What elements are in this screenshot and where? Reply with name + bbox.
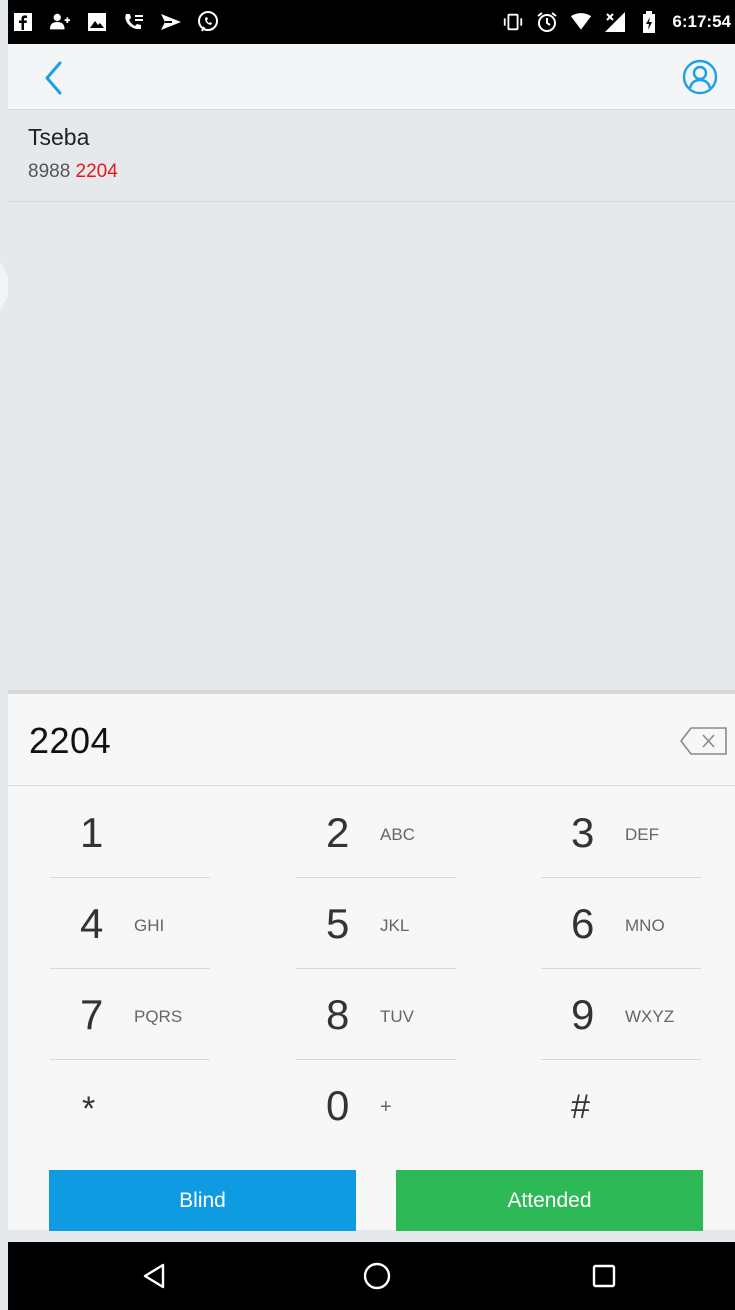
contact-name: Tseba: [28, 124, 90, 150]
key-2[interactable]: 2 ABC: [296, 787, 456, 878]
key-digit: 8: [326, 991, 350, 1038]
key-row: * 0 + #: [8, 1060, 735, 1151]
key-letters: ABC: [380, 825, 415, 844]
contacts-button[interactable]: [681, 58, 719, 96]
key-letters: GHI: [134, 916, 165, 935]
no-signal-icon: [604, 11, 626, 33]
key-letters: +: [380, 1096, 392, 1118]
system-icons: 6:17:54: [502, 11, 735, 33]
key-3[interactable]: 3 DEF: [541, 787, 701, 878]
backspace-button[interactable]: [679, 726, 729, 756]
key-letters: WXYZ: [625, 1007, 675, 1026]
status-bar: 6:17:54: [0, 0, 735, 44]
key-letters: TUV: [380, 1007, 414, 1026]
key-star[interactable]: *: [50, 1060, 210, 1151]
notification-icons: [8, 11, 219, 33]
contact-icon: [682, 59, 718, 95]
blind-transfer-button[interactable]: Blind: [49, 1170, 356, 1231]
send-icon: [160, 11, 182, 33]
top-app-bar: [8, 44, 735, 110]
key-1[interactable]: 1: [50, 787, 210, 878]
square-recents-icon: [592, 1264, 616, 1288]
back-button[interactable]: [36, 58, 70, 98]
number-entry-row: 2204: [8, 694, 735, 786]
attended-transfer-button[interactable]: Attended: [396, 1170, 703, 1231]
triangle-back-icon: [143, 1263, 165, 1289]
nav-back-button[interactable]: [134, 1256, 174, 1296]
phone-voicemail-icon: [123, 11, 145, 33]
result-item[interactable]: Tseba 8988 2204: [8, 110, 735, 202]
key-letters: DEF: [625, 825, 659, 844]
key-6[interactable]: 6 MNO: [541, 878, 701, 969]
key-digit: 5: [326, 900, 350, 947]
backspace-icon: [680, 727, 727, 755]
alarm-icon: [536, 11, 558, 33]
key-9[interactable]: 9 WXYZ: [541, 969, 701, 1060]
contact-number: 8988 2204: [28, 161, 735, 183]
key-7[interactable]: 7 PQRS: [50, 969, 210, 1060]
key-letters: MNO: [625, 916, 665, 935]
vibrate-icon: [502, 11, 524, 33]
key-digit: 2: [326, 809, 350, 856]
chevron-left-icon: [45, 61, 62, 95]
key-row: 7 PQRS 8 TUV 9 WXYZ: [8, 969, 735, 1060]
battery-icon: [638, 11, 660, 33]
key-digit: 7: [80, 991, 104, 1038]
key-letters: JKL: [380, 916, 410, 935]
key-0[interactable]: 0 +: [296, 1060, 456, 1151]
nav-home-button[interactable]: [357, 1256, 397, 1296]
key-letters: PQRS: [134, 1007, 183, 1026]
key-row: 4 GHI 5 JKL 6 MNO: [8, 878, 735, 969]
search-results: Tseba 8988 2204: [8, 110, 735, 690]
key-digit: 9: [571, 991, 595, 1038]
add-contact-icon: [49, 11, 71, 33]
key-digit: 1: [80, 809, 104, 856]
keypad: 1 2 ABC 3 DEF 4 GHI 5 JKL 6 MNO 7 PQRS 8 TUV 9 W…: [8, 787, 735, 1151]
edge-strip: [0, 44, 8, 1270]
facebook-icon: [12, 11, 34, 33]
gallery-icon: [86, 11, 108, 33]
clock: 6:17:54: [672, 12, 731, 31]
dialpad-panel: 2204 1 2 ABC 3 DEF 4 GHI 5 JKL 6 MNO 7 PQRS 8 T…: [8, 690, 735, 1231]
key-4[interactable]: 4 GHI: [50, 878, 210, 969]
key-digit: #: [571, 1088, 590, 1126]
key-5[interactable]: 5 JKL: [296, 878, 456, 969]
key-row: 1 2 ABC 3 DEF: [8, 787, 735, 878]
navigation-bar: [8, 1242, 735, 1310]
nav-recents-button[interactable]: [584, 1256, 624, 1296]
key-hash[interactable]: #: [541, 1060, 701, 1151]
wifi-icon: [570, 11, 592, 33]
number-prefix: 8988: [28, 161, 76, 182]
key-digit: 0: [326, 1082, 350, 1129]
circle-home-icon: [363, 1262, 391, 1290]
viber-icon: [197, 11, 219, 33]
number-match-highlight: 2204: [75, 161, 118, 182]
key-digit: 6: [571, 900, 595, 947]
key-digit: 4: [80, 900, 104, 947]
key-8[interactable]: 8 TUV: [296, 969, 456, 1060]
key-digit: 3: [571, 809, 595, 856]
dialed-number[interactable]: 2204: [29, 720, 111, 762]
key-digit: *: [82, 1090, 96, 1128]
